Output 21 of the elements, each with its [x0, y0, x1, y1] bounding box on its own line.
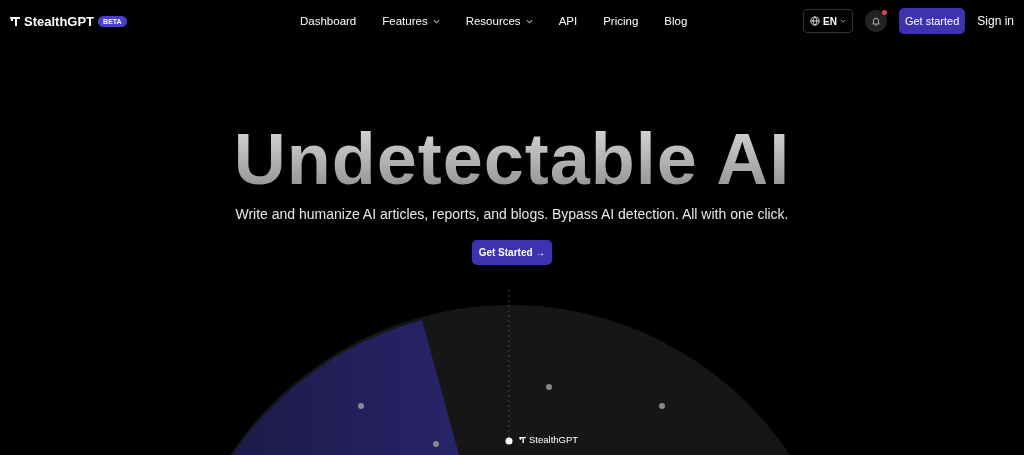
nav-link[interactable]: Pricing [603, 15, 639, 27]
logo-icon [10, 16, 20, 26]
nav-link[interactable]: Features [382, 15, 440, 27]
logo-icon [519, 436, 526, 443]
nav-link[interactable]: Resources [465, 15, 533, 27]
sign-in-link[interactable]: Sign in [977, 14, 1014, 28]
nav-link[interactable]: API [558, 15, 578, 27]
bell-icon [870, 15, 881, 27]
hero-subtitle: Write and humanize AI articles, reports, and blogs. Bypass AI detection. All with one click. [235, 206, 789, 222]
chevron-icon [432, 18, 440, 24]
nav-link[interactable]: Blog [664, 15, 688, 27]
brand-name[interactable]: StealthGPT [24, 13, 95, 29]
get-started-button[interactable]: Get started [898, 8, 966, 34]
notification-button[interactable] [864, 10, 887, 32]
globe-icon [809, 16, 820, 26]
chevron-icon [839, 19, 846, 23]
language-button[interactable]: EN [802, 9, 853, 33]
nav-link[interactable]: Dashboard [300, 15, 357, 27]
get-started-button[interactable]: Get Started → [471, 240, 553, 265]
radar-label: StealthGPT [529, 434, 579, 445]
chevron-icon [525, 18, 533, 24]
